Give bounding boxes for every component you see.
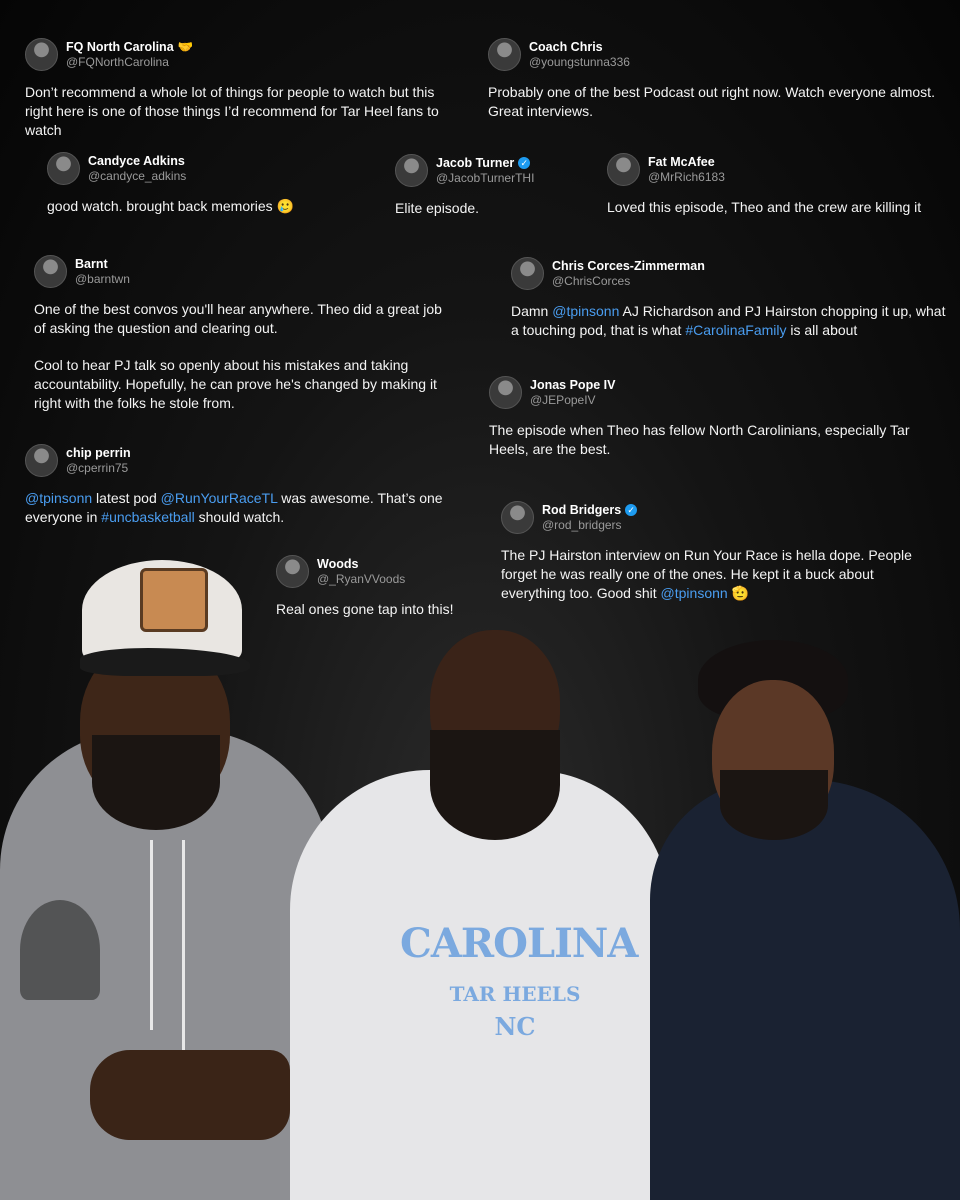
hoodie-carolina-text: CAROLINA bbox=[400, 920, 638, 967]
middle-host: CAROLINA TAR HEELS NC bbox=[290, 620, 670, 1200]
display-name[interactable]: Jacob Turner bbox=[436, 156, 514, 171]
display-name[interactable]: Fat McAfee bbox=[648, 155, 725, 170]
handle[interactable]: @barntwn bbox=[75, 272, 130, 287]
avatar[interactable] bbox=[489, 376, 522, 409]
tweet-jacob-turner[interactable]: Jacob Turner ✓ @JacobTurnerTHI Elite epis… bbox=[395, 154, 595, 218]
display-name[interactable]: Coach Chris bbox=[529, 40, 630, 55]
tweet-text: The episode when Theo has fellow North C… bbox=[489, 422, 910, 457]
display-name[interactable]: Barnt bbox=[75, 257, 130, 272]
display-name[interactable]: Chris Corces-Zimmerman bbox=[552, 259, 705, 274]
hashtag-link[interactable]: #uncbasketball bbox=[101, 509, 194, 525]
mention-link[interactable]: @tpinsonn bbox=[552, 303, 619, 319]
display-name[interactable]: Woods bbox=[317, 557, 405, 572]
middle-host-beard bbox=[430, 730, 560, 840]
mention-link[interactable]: @tpinsonn bbox=[661, 585, 728, 601]
left-host bbox=[0, 560, 340, 1200]
handle[interactable]: @JEPopeIV bbox=[530, 393, 615, 408]
tweet-barnt[interactable]: Barnt @barntwn One of the best convos yo… bbox=[34, 255, 454, 413]
tweet-text: Loved this episode, Theo and the crew ar… bbox=[607, 199, 922, 215]
tweet-text: Elite episode. bbox=[395, 200, 480, 216]
salute-emoji: 🫡 bbox=[731, 585, 750, 601]
handle[interactable]: @ChrisCorces bbox=[552, 274, 705, 289]
avatar[interactable] bbox=[34, 255, 67, 288]
display-name[interactable]: Candyce Adkins bbox=[88, 154, 186, 169]
hashtag-link[interactable]: #CarolinaFamily bbox=[685, 322, 786, 338]
tweet-text: Damn bbox=[511, 303, 553, 319]
handshake-emoji: 🤝 bbox=[177, 39, 194, 54]
avatar[interactable] bbox=[501, 501, 534, 534]
display-name[interactable]: chip perrin bbox=[66, 446, 131, 461]
display-name[interactable]: FQ North Carolina bbox=[66, 40, 174, 55]
handle[interactable]: @youngstunna336 bbox=[529, 55, 630, 70]
avatar[interactable] bbox=[25, 38, 58, 71]
tweet-text: good watch. brought back memories bbox=[47, 198, 273, 214]
tear-smile-emoji: 🥲 bbox=[276, 198, 295, 214]
hoodie-tar-heels-text: TAR HEELS bbox=[449, 982, 581, 1006]
handle[interactable]: @_RyanVVoods bbox=[317, 572, 405, 587]
tweet-text: Probably one of the best Podcast out rig… bbox=[488, 84, 935, 119]
tweet-paragraph: Cool to hear PJ talk so openly about his… bbox=[34, 357, 437, 411]
avatar[interactable] bbox=[276, 555, 309, 588]
handle[interactable]: @MrRich6183 bbox=[648, 170, 725, 185]
tweet-coach-chris[interactable]: Coach Chris @youngstunna336 Probably one… bbox=[488, 38, 938, 121]
tree-graphic bbox=[20, 900, 100, 1000]
handle[interactable]: @candyce_adkins bbox=[88, 169, 186, 184]
display-name[interactable]: Jonas Pope IV bbox=[530, 378, 615, 393]
hoodie-string-left bbox=[150, 840, 153, 1030]
tweet-text: is all about bbox=[786, 322, 858, 338]
tweet-text: Real ones gone tap into this! bbox=[276, 601, 454, 617]
avatar[interactable] bbox=[511, 257, 544, 290]
avatar[interactable] bbox=[488, 38, 521, 71]
right-host-beard bbox=[720, 770, 828, 840]
hoodie-string-right bbox=[182, 840, 185, 1070]
verified-badge-icon: ✓ bbox=[625, 504, 638, 516]
handle[interactable]: @cperrin75 bbox=[66, 461, 131, 476]
peace-sign-hand bbox=[90, 1050, 290, 1140]
handle[interactable]: @FQNorthCarolina bbox=[66, 55, 193, 70]
handle[interactable]: @rod_bridgers bbox=[542, 518, 637, 533]
left-host-beard bbox=[92, 735, 220, 830]
tweet-fq-north-carolina[interactable]: FQ North Carolina 🤝 @FQNorthCarolina Don’… bbox=[25, 38, 465, 140]
tweet-candyce-adkins[interactable]: Candyce Adkins @candyce_adkins good watc… bbox=[47, 152, 347, 216]
avatar[interactable] bbox=[47, 152, 80, 185]
tweet-rod-bridgers[interactable]: Rod Bridgers ✓ @rod_bridgers The PJ Hairs… bbox=[501, 501, 941, 603]
navy-jacket bbox=[650, 780, 960, 1200]
avatar[interactable] bbox=[395, 154, 428, 187]
tweet-chris-corces-zimmerman[interactable]: Chris Corces-Zimmerman @ChrisCorces Damn… bbox=[511, 257, 951, 340]
handle[interactable]: @JacobTurnerTHI bbox=[436, 171, 534, 186]
tweet-fat-mcafee[interactable]: Fat McAfee @MrRich6183 Loved this episod… bbox=[607, 153, 947, 217]
mention-link[interactable]: @tpinsonn bbox=[25, 490, 92, 506]
right-host bbox=[650, 640, 960, 1200]
verified-badge-icon: ✓ bbox=[518, 157, 531, 169]
tweet-woods[interactable]: Woods @_RyanVVoods Real ones gone tap in… bbox=[276, 555, 516, 619]
tweet-text: Don’t recommend a whole lot of things fo… bbox=[25, 84, 439, 138]
tweet-chip-perrin[interactable]: chip perrin @cperrin75 @tpinsonn latest … bbox=[25, 444, 445, 527]
avatar[interactable] bbox=[25, 444, 58, 477]
nc-monogram: NC bbox=[494, 1012, 536, 1041]
tweet-text: latest pod bbox=[92, 490, 161, 506]
mention-link[interactable]: @RunYourRaceTL bbox=[161, 490, 278, 506]
tweet-text: should watch. bbox=[194, 509, 285, 525]
avatar[interactable] bbox=[607, 153, 640, 186]
lion-patch bbox=[140, 568, 208, 632]
tweet-paragraph: One of the best convos you'll hear anywh… bbox=[34, 301, 442, 336]
tweet-jonas-pope[interactable]: Jonas Pope IV @JEPopeIV The episode when… bbox=[489, 376, 919, 459]
display-name[interactable]: Rod Bridgers bbox=[542, 503, 621, 518]
